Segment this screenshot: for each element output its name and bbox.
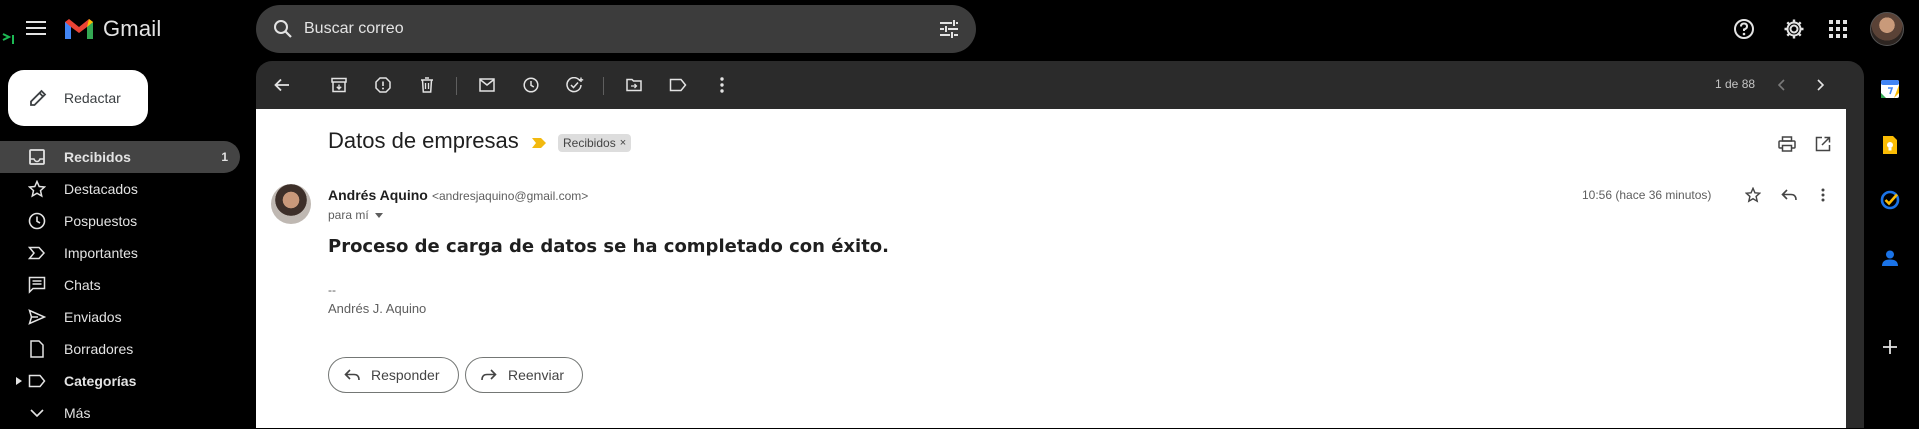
print-icon[interactable]: [1775, 132, 1799, 156]
app-name: Gmail: [103, 16, 162, 41]
reply-icon[interactable]: [1777, 183, 1801, 207]
contacts-icon[interactable]: [1878, 246, 1902, 270]
reply-label: Responder: [371, 367, 440, 383]
open-in-new-window-icon[interactable]: [1811, 132, 1835, 156]
chevron-down-icon: [27, 403, 47, 423]
toolbar-divider: [456, 77, 457, 95]
reply-button[interactable]: Responder: [328, 357, 459, 393]
toolbar-divider: [603, 77, 604, 95]
add-addon-icon[interactable]: [1878, 335, 1902, 359]
sidebar-item-label: Categorías: [64, 373, 137, 389]
star-icon[interactable]: [1741, 183, 1765, 207]
search-bar[interactable]: Buscar correo: [256, 5, 976, 53]
important-marker-icon[interactable]: [532, 138, 546, 148]
sidebar-item-destacados[interactable]: Destacados: [0, 173, 240, 205]
email-timestamp: 10:56 (hace 36 minutos): [1582, 188, 1712, 202]
search-options-icon[interactable]: [936, 16, 962, 42]
hamburger-icon: [26, 21, 46, 35]
important-icon: [27, 243, 47, 263]
message-toolbar: 1 de 88: [256, 61, 1864, 109]
sidebar-item-label: Enviados: [64, 309, 122, 325]
sidebar-item-borradores[interactable]: Borradores: [0, 333, 240, 365]
sidebar-item-mas[interactable]: Más: [0, 397, 240, 429]
scroll-gutter: [1846, 109, 1864, 428]
signature-name: Andrés J. Aquino: [328, 301, 427, 316]
label-chip[interactable]: Recibidos ×: [558, 134, 632, 152]
tasks-icon[interactable]: [1878, 188, 1902, 212]
sidebar-item-label: Chats: [64, 277, 101, 293]
signature-separator: --: [328, 283, 336, 297]
label-chip-text: Recibidos: [563, 136, 616, 150]
remove-label-icon[interactable]: ×: [620, 137, 626, 149]
sidebar-item-importantes[interactable]: Importantes: [0, 237, 240, 269]
email-body: Proceso de carga de datos se ha completa…: [328, 236, 890, 257]
sidebar-item-chats[interactable]: Chats: [0, 269, 240, 301]
move-to-folder-icon[interactable]: [622, 73, 646, 97]
label-icon: [27, 371, 47, 391]
search-icon[interactable]: [270, 16, 296, 42]
pencil-icon: [26, 86, 50, 110]
report-spam-icon[interactable]: [371, 73, 395, 97]
back-arrow-icon[interactable]: [270, 73, 294, 97]
sidebar-item-label: Importantes: [64, 245, 138, 261]
label-as-icon[interactable]: [666, 73, 690, 97]
help-icon[interactable]: [1729, 14, 1759, 44]
sidebar-item-label: Recibidos: [64, 149, 131, 165]
more-vert-icon[interactable]: [710, 73, 734, 97]
message-view: Datos de empresas Recibidos × Andrés Aqu…: [256, 109, 1846, 428]
trash-icon[interactable]: [415, 73, 439, 97]
sidebar-item-label: Pospuestos: [64, 213, 138, 229]
more-vert-icon[interactable]: [1811, 183, 1835, 207]
pagination-text: 1 de 88: [1715, 77, 1756, 91]
recipients-toggle[interactable]: para mí: [328, 208, 383, 222]
gear-icon[interactable]: [1779, 14, 1809, 44]
inbox-icon: [27, 147, 47, 167]
sender-email: <andresjaquino@gmail.com>: [432, 189, 589, 203]
sidebar-nav: Recibidos 1 Destacados Pospuestos Import…: [0, 141, 240, 429]
account-avatar[interactable]: [1870, 12, 1904, 46]
send-icon: [27, 307, 47, 327]
draft-icon: [27, 339, 47, 359]
sender-name[interactable]: Andrés Aquino: [328, 187, 428, 203]
main-menu-button[interactable]: [18, 10, 54, 46]
star-icon: [27, 179, 47, 199]
recipients-text: para mí: [328, 208, 369, 222]
sidebar-item-label: Destacados: [64, 181, 138, 197]
archive-icon[interactable]: [327, 73, 351, 97]
caret-down-icon: [374, 212, 383, 218]
search-input[interactable]: Buscar correo: [304, 20, 936, 38]
unread-count: 1: [221, 150, 228, 164]
email-subject: Datos de empresas: [328, 128, 519, 153]
keep-icon[interactable]: [1878, 133, 1902, 157]
compose-button[interactable]: Redactar: [8, 70, 148, 126]
sidebar-item-enviados[interactable]: Enviados: [0, 301, 240, 333]
add-task-icon[interactable]: [563, 73, 587, 97]
apps-grid-icon[interactable]: [1823, 14, 1853, 44]
reply-icon: [343, 366, 361, 384]
calendar-icon[interactable]: [1878, 77, 1902, 101]
forward-button[interactable]: Reenviar: [465, 357, 584, 393]
chat-icon: [27, 275, 47, 295]
sidebar-item-recibidos[interactable]: Recibidos 1: [0, 141, 240, 173]
sidebar-item-pospuestos[interactable]: Pospuestos: [0, 205, 240, 237]
mark-unread-icon[interactable]: [475, 73, 499, 97]
sidebar-item-categorias[interactable]: Categorías: [0, 365, 240, 397]
sender-avatar[interactable]: [271, 184, 311, 224]
forward-icon: [480, 366, 498, 384]
forward-label: Reenviar: [508, 367, 565, 383]
chevron-right-icon[interactable]: [1809, 73, 1833, 97]
clock-icon: [27, 211, 47, 231]
sidebar-item-label: Más: [64, 405, 91, 421]
gmail-m-icon: [65, 19, 93, 39]
expand-arrow-icon[interactable]: [15, 377, 23, 385]
sidebar-item-label: Borradores: [64, 341, 134, 357]
compose-label: Redactar: [64, 90, 121, 106]
snooze-clock-icon[interactable]: [519, 73, 543, 97]
chevron-left-icon[interactable]: [1769, 73, 1793, 97]
gmail-logo[interactable]: Gmail: [63, 16, 161, 42]
